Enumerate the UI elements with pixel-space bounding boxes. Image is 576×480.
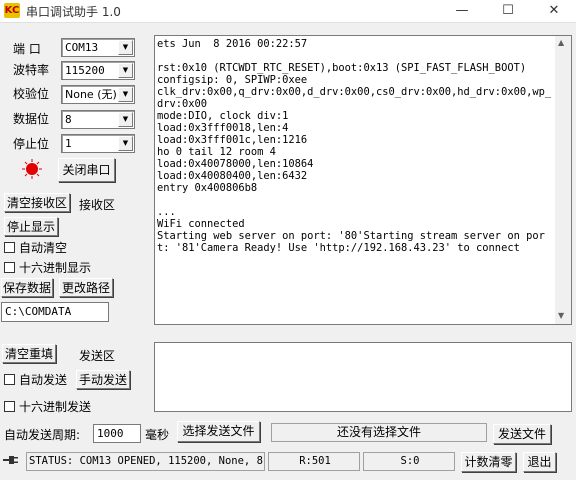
baud-select[interactable]: 115200 ▼ bbox=[61, 61, 135, 80]
port-select[interactable]: COM13 ▼ bbox=[61, 38, 135, 57]
chevron-down-icon[interactable]: ▼ bbox=[118, 112, 133, 127]
receive-area-label: 接收区 bbox=[79, 198, 116, 212]
manual-send-button[interactable]: 手动发送 bbox=[76, 370, 130, 389]
status-text: STATUS: COM13 OPENED, 115200, None, 8, 1 bbox=[26, 452, 265, 471]
send-area-label: 发送区 bbox=[79, 349, 116, 363]
period-unit-label: 毫秒 bbox=[145, 428, 170, 442]
close-port-button[interactable]: 关闭串口 bbox=[58, 158, 115, 182]
minimize-icon[interactable]: — bbox=[442, 0, 482, 22]
reset-count-button[interactable]: 计数清零 bbox=[461, 452, 516, 472]
receive-scrollbar[interactable]: ▲ ▼ bbox=[555, 36, 571, 324]
tx-count: S:0 bbox=[363, 452, 455, 471]
auto-send-period-label: 自动发送周期: bbox=[4, 428, 81, 442]
rx-count: R:501 bbox=[268, 452, 360, 471]
clear-send-button[interactable]: 清空重填 bbox=[2, 344, 56, 363]
port-label: 端 口 bbox=[13, 42, 41, 56]
stopbits-select[interactable]: 1 ▼ bbox=[61, 134, 135, 153]
databits-value: 8 bbox=[65, 113, 72, 126]
scroll-up-icon[interactable]: ▲ bbox=[558, 38, 564, 47]
select-send-file-button[interactable]: 选择发送文件 bbox=[177, 421, 260, 442]
receive-textarea[interactable]: ets Jun 8 2016 00:22:57 rst:0x10 (RTCWDT… bbox=[154, 35, 572, 325]
file-status-field: 还没有选择文件 bbox=[271, 423, 487, 442]
chevron-down-icon[interactable]: ▼ bbox=[118, 136, 133, 151]
chevron-down-icon[interactable]: ▼ bbox=[118, 40, 133, 55]
title-bar: KC 串口调试助手 1.0 — ☐ ✕ bbox=[0, 0, 576, 23]
chevron-down-icon[interactable]: ▼ bbox=[118, 63, 133, 78]
auto-send-label: 自动发送 bbox=[19, 373, 68, 387]
maximize-icon[interactable]: ☐ bbox=[488, 0, 528, 22]
period-input[interactable]: 1000 bbox=[93, 424, 141, 443]
receive-text: ets Jun 8 2016 00:22:57 rst:0x10 (RTCWDT… bbox=[157, 38, 552, 254]
parity-value: None (无) bbox=[65, 88, 117, 101]
hex-display-label: 十六进制显示 bbox=[19, 261, 92, 275]
databits-label: 数据位 bbox=[13, 112, 50, 126]
scroll-down-icon[interactable]: ▼ bbox=[558, 311, 564, 320]
save-path-field[interactable]: C:\COMDATA bbox=[1, 302, 109, 322]
auto-clear-checkbox[interactable] bbox=[4, 242, 15, 253]
change-path-button[interactable]: 更改路径 bbox=[59, 278, 113, 297]
baud-value: 115200 bbox=[65, 64, 105, 77]
window-title: 串口调试助手 1.0 bbox=[26, 5, 121, 19]
auto-clear-label: 自动清空 bbox=[19, 241, 68, 255]
parity-select[interactable]: None (无) ▼ bbox=[61, 85, 135, 104]
hex-send-checkbox[interactable] bbox=[4, 401, 15, 412]
clear-receive-button[interactable]: 清空接收区 bbox=[4, 193, 70, 212]
stopbits-value: 1 bbox=[65, 137, 72, 150]
auto-send-checkbox[interactable] bbox=[4, 374, 15, 385]
chevron-down-icon[interactable]: ▼ bbox=[118, 87, 133, 102]
port-value: COM13 bbox=[65, 41, 99, 54]
send-textarea[interactable] bbox=[154, 342, 572, 412]
app-icon: KC bbox=[4, 3, 20, 18]
hex-display-checkbox[interactable] bbox=[4, 262, 15, 273]
status-bar: STATUS: COM13 OPENED, 115200, None, 8, 1… bbox=[0, 450, 576, 480]
baud-label: 波特率 bbox=[13, 63, 50, 77]
parity-label: 校验位 bbox=[13, 87, 50, 101]
hex-send-label: 十六进制发送 bbox=[19, 400, 92, 414]
save-data-button[interactable]: 保存数据 bbox=[1, 278, 53, 297]
stop-display-button[interactable]: 停止显示 bbox=[4, 217, 58, 236]
databits-select[interactable]: 8 ▼ bbox=[61, 110, 135, 129]
stopbits-label: 停止位 bbox=[13, 137, 50, 151]
exit-button[interactable]: 退出 bbox=[523, 452, 556, 472]
close-icon[interactable]: ✕ bbox=[534, 0, 574, 22]
plug-icon bbox=[3, 456, 18, 464]
send-file-button[interactable]: 发送文件 bbox=[493, 424, 551, 444]
port-status-indicator-icon bbox=[22, 159, 42, 179]
